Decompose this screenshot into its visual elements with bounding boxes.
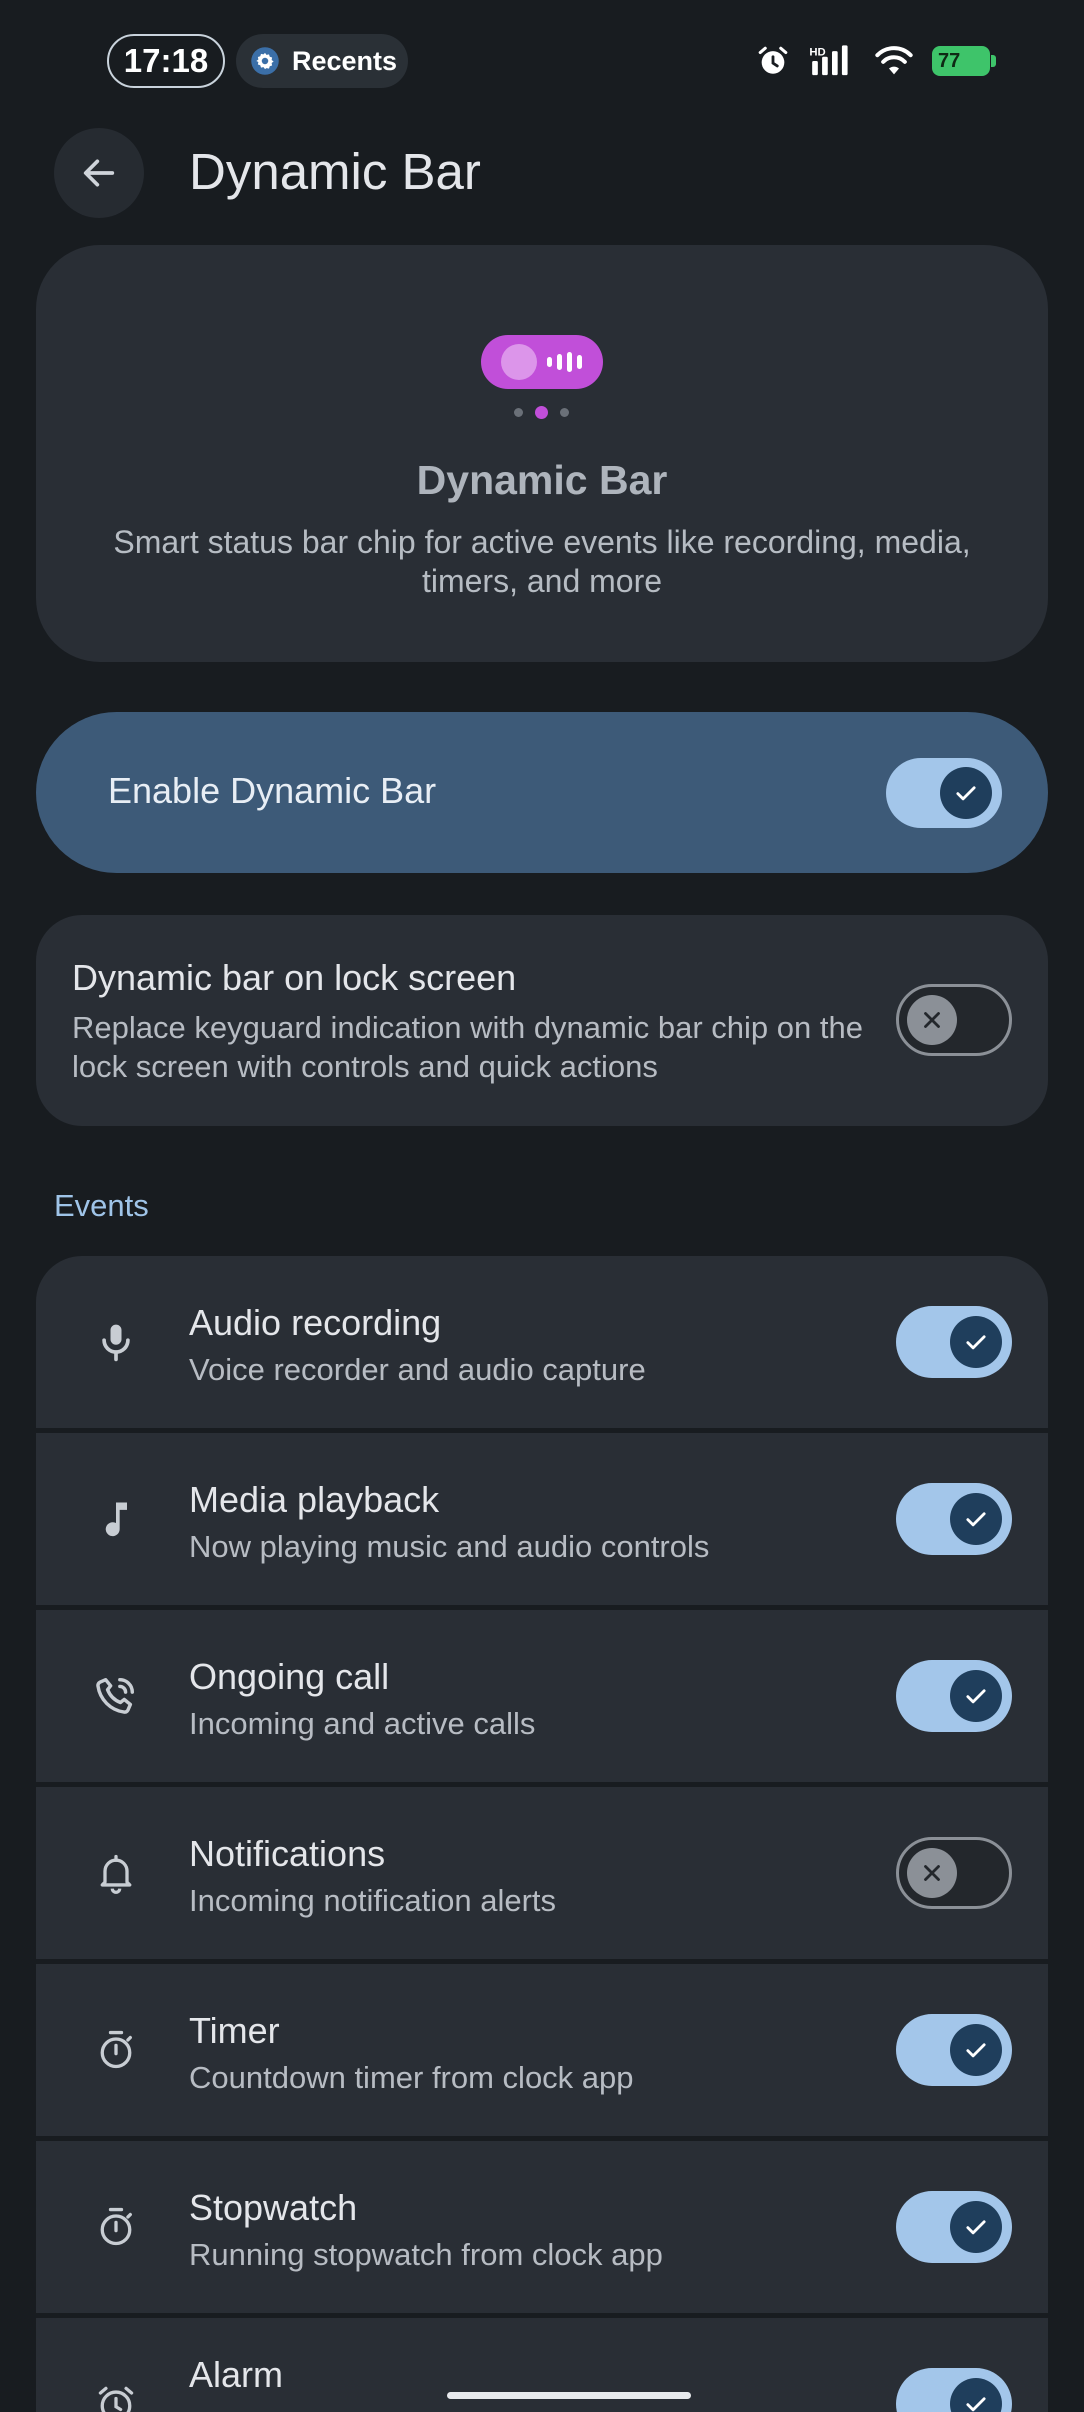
event-switch-alarm[interactable]	[896, 2368, 1012, 2412]
check-icon	[966, 2043, 986, 2058]
event-subtitle: Now playing music and audio controls	[189, 1529, 710, 1564]
check-icon	[966, 2397, 986, 2412]
microphone-icon	[88, 1314, 144, 1370]
check-icon	[966, 1689, 986, 1704]
home-indicator[interactable]	[447, 2392, 691, 2399]
event-subtitle: Incoming and active calls	[189, 1706, 536, 1741]
event-title: Media playback	[189, 1479, 440, 1520]
event-title: Timer	[189, 2010, 280, 2051]
event-row-media-playback[interactable]: Media playback Now playing music and aud…	[36, 1433, 1048, 1605]
dynamic-bar-chip-illustration	[481, 335, 603, 389]
event-subtitle: Voice recorder and audio capture	[189, 1352, 646, 1387]
music-note-icon	[88, 1491, 144, 1547]
event-switch-notifications[interactable]	[896, 1837, 1012, 1909]
alarm-clock-icon	[88, 2376, 144, 2412]
phone-call-icon	[88, 1668, 144, 1724]
event-switch-media-playback[interactable]	[896, 1483, 1012, 1555]
arrow-back-icon	[83, 159, 115, 187]
lockscreen-row[interactable]: Dynamic bar on lock screen Replace keygu…	[36, 915, 1048, 1126]
page-title: Dynamic Bar	[189, 143, 481, 200]
event-switch-audio-recording[interactable]	[896, 1306, 1012, 1378]
lockscreen-description: Replace keyguard indication with dynamic…	[72, 1010, 863, 1084]
status-time: 17:18	[107, 34, 225, 88]
enable-dynamic-bar-row[interactable]: Enable Dynamic Bar	[36, 712, 1048, 873]
event-switch-ongoing-call[interactable]	[896, 1660, 1012, 1732]
enable-dynamic-bar-label: Enable Dynamic Bar	[108, 770, 437, 811]
event-row-notifications[interactable]: Notifications Incoming notification aler…	[36, 1787, 1048, 1959]
events-section-header: Events	[54, 1188, 149, 1223]
signal-hd-icon: HD	[809, 45, 848, 76]
check-icon	[966, 2220, 986, 2235]
event-row-timer[interactable]: Timer Countdown timer from clock app	[36, 1964, 1048, 2136]
hero-card: Dynamic Bar Smart status bar chip for ac…	[36, 245, 1048, 662]
lockscreen-title: Dynamic bar on lock screen	[72, 957, 517, 998]
status-bar: 17:18 Recents HD 77	[0, 0, 1084, 124]
event-switch-stopwatch[interactable]	[896, 2191, 1012, 2263]
stopwatch-icon	[88, 2199, 144, 2255]
enable-dynamic-bar-switch[interactable]	[886, 758, 1002, 828]
pager-dots	[514, 406, 569, 419]
event-subtitle: Countdown timer from clock app	[189, 2060, 634, 2095]
wifi-icon	[875, 46, 913, 75]
event-subtitle: Running stopwatch from clock app	[189, 2237, 663, 2272]
alarm-icon	[758, 46, 788, 74]
event-title: Audio recording	[189, 1302, 442, 1343]
recents-chip[interactable]: Recents	[236, 34, 408, 88]
timer-icon	[88, 2022, 144, 2078]
event-row-ongoing-call[interactable]: Ongoing call Incoming and active calls	[36, 1610, 1048, 1782]
recents-label: Recents	[292, 45, 398, 76]
gear-icon	[251, 47, 279, 75]
event-subtitle: Incoming notification alerts	[189, 1883, 557, 1918]
event-title: Ongoing call	[189, 1656, 390, 1697]
hero-description: Smart status bar chip for active events …	[113, 524, 971, 599]
lockscreen-switch[interactable]	[896, 984, 1012, 1056]
event-row-stopwatch[interactable]: Stopwatch Running stopwatch from clock a…	[36, 2141, 1048, 2313]
svg-text:HD: HD	[809, 46, 825, 58]
close-icon	[924, 1865, 940, 1881]
check-icon	[956, 786, 976, 801]
event-title: Stopwatch	[189, 2187, 358, 2228]
event-switch-timer[interactable]	[896, 2014, 1012, 2086]
check-icon	[966, 1335, 986, 1350]
event-title: Notifications	[189, 1833, 386, 1874]
check-icon	[966, 1512, 986, 1527]
battery-charging-icon: 77	[932, 46, 996, 76]
bell-icon	[88, 1845, 144, 1901]
close-icon	[924, 1012, 940, 1028]
battery-level: 77	[938, 49, 961, 72]
back-button[interactable]	[54, 128, 144, 218]
event-row-audio-recording[interactable]: Audio recording Voice recorder and audio…	[36, 1256, 1048, 1428]
hero-title: Dynamic Bar	[416, 457, 668, 503]
status-icons: HD 77	[756, 40, 996, 82]
event-title: Alarm	[189, 2354, 284, 2395]
